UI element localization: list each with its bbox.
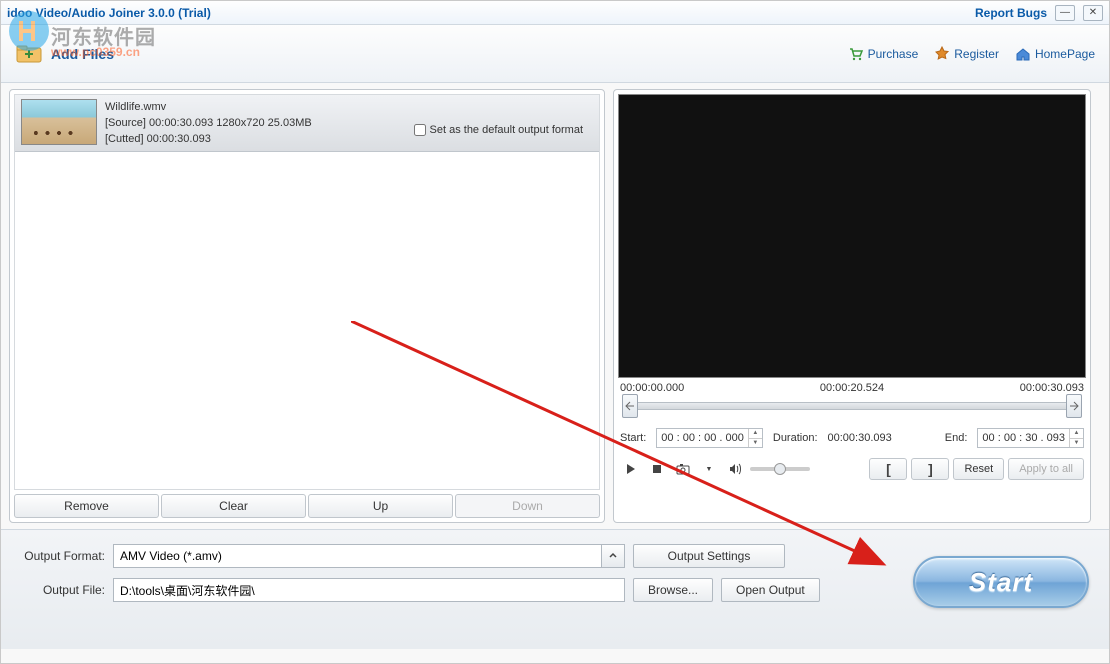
cart-icon xyxy=(848,46,864,62)
output-format-value[interactable] xyxy=(113,544,601,568)
report-bugs-link[interactable]: Report Bugs xyxy=(975,6,1047,20)
end-time-spinner[interactable]: ▲▼ xyxy=(1069,429,1083,447)
title-bar: idoo Video/Audio Joiner 3.0.0 (Trial) Re… xyxy=(1,1,1109,25)
window-title: idoo Video/Audio Joiner 3.0.0 (Trial) xyxy=(7,6,211,20)
video-preview[interactable] xyxy=(618,94,1086,378)
start-time-value: 00 : 00 : 00 . 000 xyxy=(657,432,748,444)
add-files-label: Add Files xyxy=(51,46,114,62)
minimize-button[interactable]: — xyxy=(1055,5,1075,21)
clear-button[interactable]: Clear xyxy=(161,494,306,518)
reset-button[interactable]: Reset xyxy=(953,458,1004,480)
end-time-input[interactable]: 00 : 00 : 30 . 093 ▲▼ xyxy=(977,428,1084,448)
timeline-mid-label: 00:00:20.524 xyxy=(820,382,884,394)
output-format-combo[interactable] xyxy=(113,544,625,568)
duration-label: Duration: xyxy=(773,432,818,444)
output-file-input[interactable] xyxy=(113,578,625,602)
add-files-button[interactable]: Add Files xyxy=(15,42,114,66)
start-button-label: Start xyxy=(969,567,1033,598)
volume-icon[interactable] xyxy=(724,459,746,479)
browse-button[interactable]: Browse... xyxy=(633,578,713,602)
output-format-dropdown[interactable] xyxy=(601,544,625,568)
down-button: Down xyxy=(455,494,600,518)
output-file-label: Output File: xyxy=(15,583,105,597)
stop-button[interactable] xyxy=(646,459,668,479)
end-time-label: End: xyxy=(945,432,968,444)
main-content: Wildlife.wmv [Source] 00:00:30.093 1280x… xyxy=(1,83,1109,529)
volume-slider[interactable] xyxy=(750,467,810,471)
output-format-label: Output Format: xyxy=(15,549,105,563)
play-button[interactable] xyxy=(620,459,642,479)
default-format-checkbox-label: Set as the default output format xyxy=(430,122,583,138)
remove-button[interactable]: Remove xyxy=(14,494,159,518)
start-time-spinner[interactable]: ▲▼ xyxy=(748,429,762,447)
file-list-panel: Wildlife.wmv [Source] 00:00:30.093 1280x… xyxy=(9,89,605,523)
duration-value: 00:00:30.093 xyxy=(828,432,892,444)
start-time-input[interactable]: 00 : 00 : 00 . 000 ▲▼ xyxy=(656,428,763,448)
snapshot-button[interactable] xyxy=(672,459,694,479)
apply-all-button: Apply to all xyxy=(1008,458,1084,480)
snapshot-dropdown[interactable]: ▼ xyxy=(698,459,720,479)
end-time-value: 00 : 00 : 30 . 093 xyxy=(978,432,1069,444)
purchase-label: Purchase xyxy=(868,47,919,61)
up-button[interactable]: Up xyxy=(308,494,453,518)
home-icon xyxy=(1015,46,1031,62)
badge-icon xyxy=(934,46,950,62)
mark-out-button[interactable]: ] xyxy=(911,458,949,480)
start-button[interactable]: Start xyxy=(913,556,1089,608)
bottom-bar: Output Format: Output Settings Output Fi… xyxy=(1,529,1109,649)
default-format-checkbox[interactable]: Set as the default output format xyxy=(414,113,583,147)
timeline-handle-end[interactable] xyxy=(1066,394,1082,418)
timeline-end-label: 00:00:30.093 xyxy=(1020,382,1084,394)
timeline-start-label: 00:00:00.000 xyxy=(620,382,684,394)
add-files-icon xyxy=(15,42,43,66)
mark-in-button[interactable]: [ xyxy=(869,458,907,480)
timeline-track[interactable] xyxy=(620,398,1084,424)
preview-panel: 00:00:00.000 00:00:20.524 00:00:30.093 S… xyxy=(613,89,1091,523)
register-label: Register xyxy=(954,47,999,61)
file-thumbnail xyxy=(21,99,97,145)
homepage-label: HomePage xyxy=(1035,47,1095,61)
open-output-button[interactable]: Open Output xyxy=(721,578,820,602)
close-button[interactable]: ✕ xyxy=(1083,5,1103,21)
default-format-checkbox-input[interactable] xyxy=(414,124,426,136)
file-source-info: [Source] 00:00:30.093 1280x720 25.03MB xyxy=(105,115,414,131)
file-cutted-info: [Cutted] 00:00:30.093 xyxy=(105,131,414,147)
main-toolbar: Add Files Purchase Register HomePage xyxy=(1,25,1109,83)
register-link[interactable]: Register xyxy=(934,46,999,62)
timeline-handle-start[interactable] xyxy=(622,394,638,418)
start-time-label: Start: xyxy=(620,432,646,444)
output-settings-button[interactable]: Output Settings xyxy=(633,544,785,568)
file-name: Wildlife.wmv xyxy=(105,99,414,115)
homepage-link[interactable]: HomePage xyxy=(1015,46,1095,62)
file-item[interactable]: Wildlife.wmv [Source] 00:00:30.093 1280x… xyxy=(15,95,599,152)
file-list[interactable]: Wildlife.wmv [Source] 00:00:30.093 1280x… xyxy=(14,94,600,490)
purchase-link[interactable]: Purchase xyxy=(848,46,919,62)
